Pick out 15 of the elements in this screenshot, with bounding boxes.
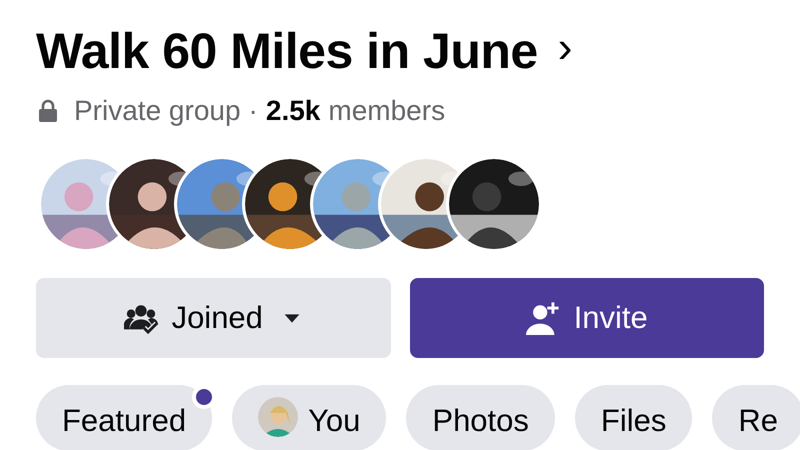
privacy-label: Private group: [74, 95, 241, 127]
lock-icon: [36, 99, 60, 123]
tab[interactable]: You: [232, 385, 386, 450]
add-person-icon: [526, 301, 560, 335]
invite-button[interactable]: Invite: [410, 278, 764, 358]
joined-button[interactable]: Joined: [36, 278, 390, 358]
chevron-icon[interactable]: ›: [558, 26, 572, 70]
tab[interactable]: Re: [712, 385, 800, 450]
member-count: 2.5k: [266, 95, 320, 127]
group-title: Walk 60 Miles in June: [36, 22, 538, 80]
members-label: members: [328, 95, 446, 127]
tab[interactable]: Featured: [36, 385, 212, 450]
separator-dot: ·: [248, 95, 258, 127]
tab[interactable]: Photos: [406, 385, 555, 450]
tab[interactable]: Files: [574, 385, 692, 450]
